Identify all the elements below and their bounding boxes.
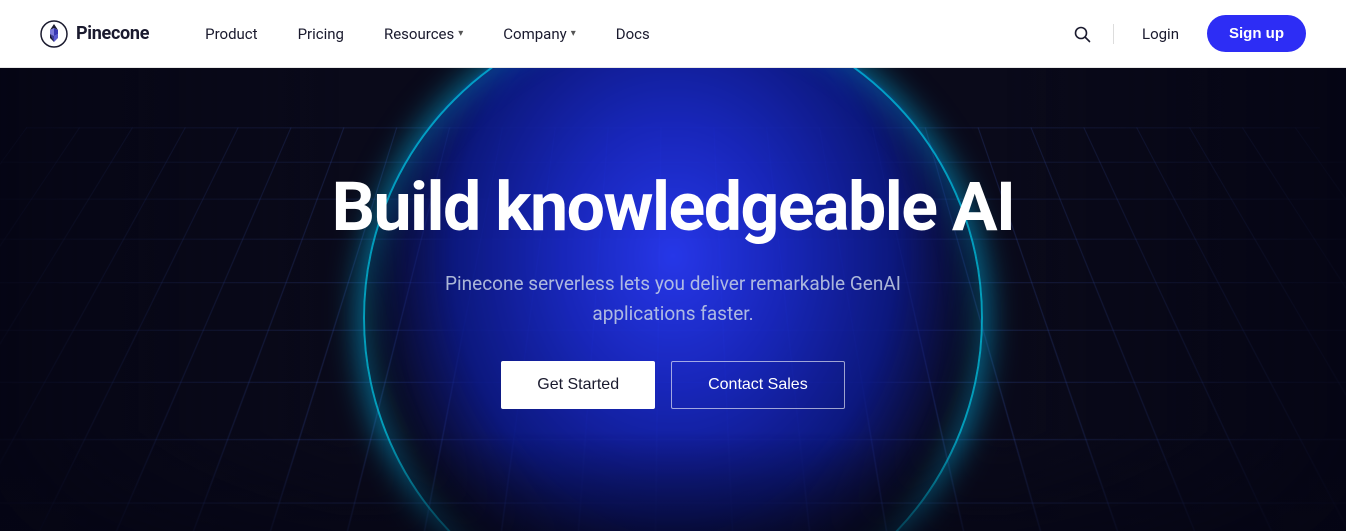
signup-button[interactable]: Sign up [1207,15,1306,52]
get-started-button[interactable]: Get Started [501,361,655,409]
chevron-down-icon: ▾ [458,28,463,39]
hero-subtitle: Pinecone serverless lets you deliver rem… [393,269,953,330]
nav-divider [1113,24,1114,44]
hero-buttons: Get Started Contact Sales [501,361,844,409]
logo-text: Pinecone [76,23,149,44]
hero-content: Build knowledgeable AI Pinecone serverle… [332,170,1015,410]
nav-item-pricing[interactable]: Pricing [282,17,360,51]
search-icon [1073,25,1091,43]
hero-title: Build knowledgeable AI [332,170,1015,245]
hero-section: Build knowledgeable AI Pinecone serverle… [0,68,1346,531]
nav-item-resources[interactable]: Resources ▾ [368,17,479,51]
contact-sales-button[interactable]: Contact Sales [671,361,845,409]
chevron-down-icon: ▾ [571,28,576,39]
nav-item-docs[interactable]: Docs [600,17,666,51]
logo-link[interactable]: Pinecone [40,20,149,48]
nav-right: Login Sign up [1067,15,1306,52]
nav-item-company[interactable]: Company ▾ [487,17,591,51]
logo-icon [40,20,68,48]
search-button[interactable] [1067,19,1097,49]
nav-item-product[interactable]: Product [189,17,273,51]
navbar: Pinecone Product Pricing Resources ▾ Com… [0,0,1346,68]
login-button[interactable]: Login [1130,17,1191,51]
hero-overlay-bottom [0,431,1346,531]
nav-links: Product Pricing Resources ▾ Company ▾ Do… [189,17,1067,51]
